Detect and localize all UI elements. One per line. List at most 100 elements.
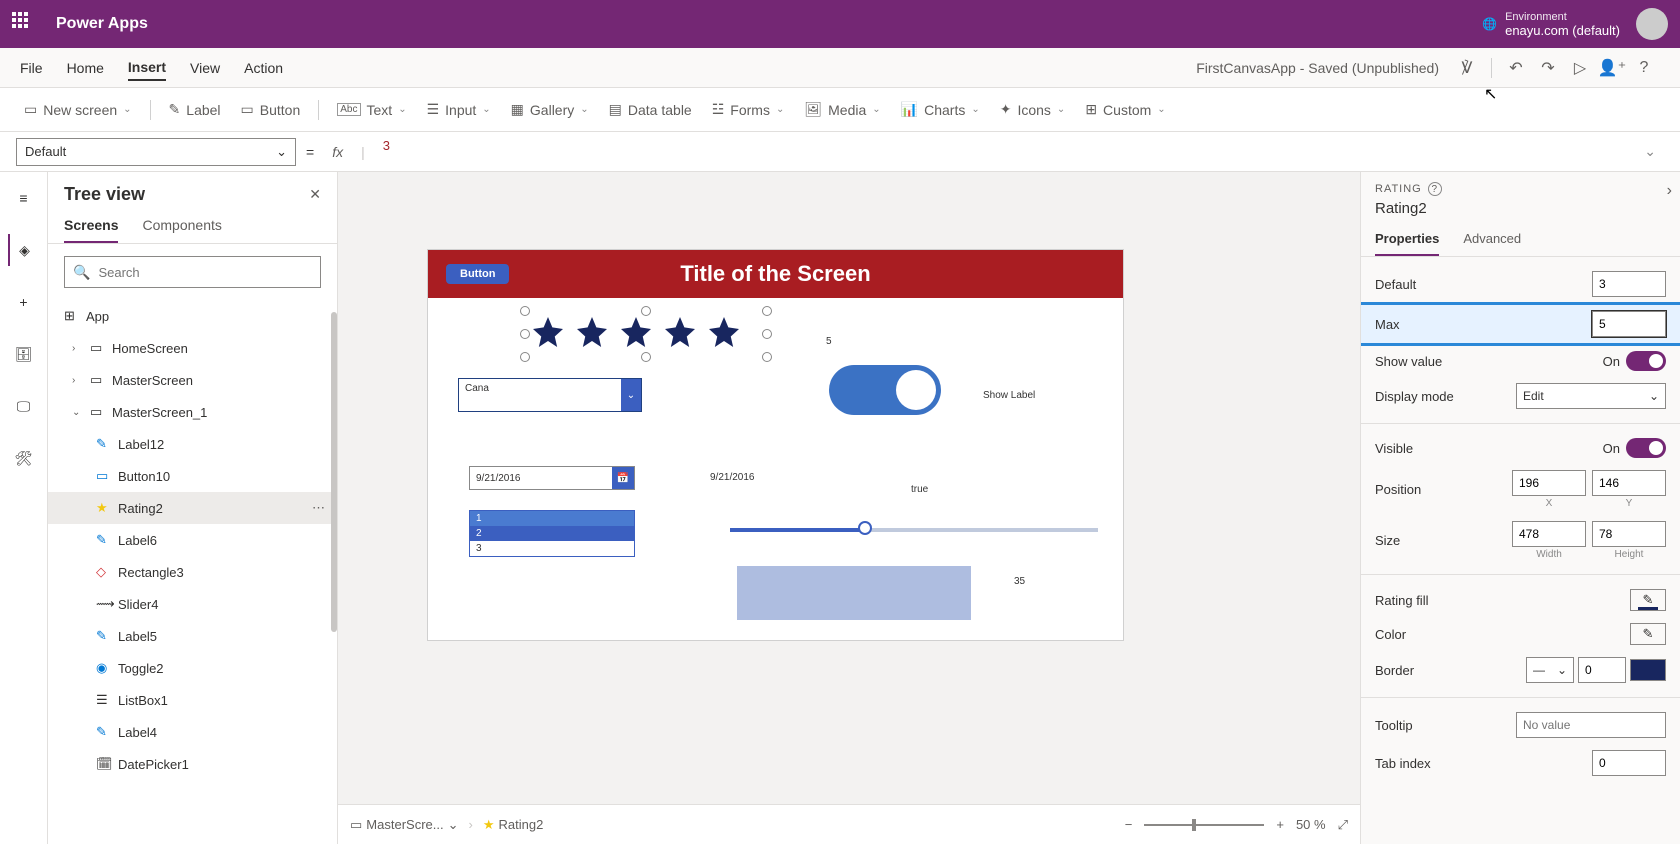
charts-icon: 📊 — [901, 101, 918, 118]
ribbon-text[interactable]: AbcText⌄ — [329, 98, 414, 122]
listbox-item[interactable]: 2 — [470, 526, 634, 541]
tree-item-datepicker1[interactable]: 🗓DatePicker1 — [48, 748, 337, 780]
fit-icon[interactable]: ⤢ — [1338, 817, 1348, 833]
listbox-item[interactable]: 3 — [470, 541, 634, 556]
formula-input[interactable]: 3 — [375, 138, 1635, 166]
info-icon[interactable]: ? — [1428, 182, 1442, 196]
prop-visible-toggle[interactable] — [1626, 438, 1666, 458]
prop-border-style[interactable]: —⌄ — [1526, 657, 1574, 683]
prop-border-color[interactable] — [1630, 659, 1666, 681]
tree-item-app[interactable]: ⊞App — [48, 300, 337, 332]
canvas-rating-control[interactable] — [526, 312, 766, 356]
app-checker-icon[interactable]: ℣ — [1451, 52, 1483, 84]
ribbon-gallery[interactable]: ▦Gallery⌄ — [503, 97, 597, 122]
prop-border-width[interactable] — [1578, 657, 1626, 683]
zoom-in-icon[interactable]: + — [1276, 817, 1284, 832]
prop-max-input[interactable] — [1592, 311, 1666, 337]
tree-item-label5[interactable]: ✎Label5 — [48, 620, 337, 652]
rail-data-icon[interactable]: 🗄 — [8, 338, 40, 370]
canvas-dropdown[interactable]: Cana⌄ — [458, 378, 642, 412]
app-launcher-icon[interactable] — [12, 12, 36, 36]
tree-close-icon[interactable]: ✕ — [309, 186, 321, 203]
play-icon[interactable]: ▷ — [1564, 52, 1596, 84]
prop-default-input[interactable] — [1592, 271, 1666, 297]
tree-search-input[interactable] — [98, 265, 312, 280]
prop-size-w[interactable] — [1512, 521, 1586, 547]
rail-hamburger-icon[interactable]: ≡ — [8, 182, 40, 214]
prop-tooltip-input[interactable] — [1516, 712, 1666, 738]
listbox-item[interactable]: 1 — [470, 511, 634, 526]
tree-item-button10[interactable]: ▭Button10 — [48, 460, 337, 492]
ribbon-datatable[interactable]: ▤Data table — [601, 97, 700, 122]
tab-properties[interactable]: Properties — [1375, 231, 1439, 256]
user-avatar[interactable] — [1636, 8, 1668, 40]
canvas-toggle[interactable] — [829, 365, 941, 415]
ribbon-charts[interactable]: 📊Charts⌄ — [893, 97, 988, 122]
tree-item-label4[interactable]: ✎Label4 — [48, 716, 337, 748]
share-icon[interactable]: 👤⁺ — [1596, 52, 1628, 84]
tree-item-listbox1[interactable]: ☰ListBox1 — [48, 684, 337, 716]
menu-view[interactable]: View — [190, 56, 220, 80]
canvas-button[interactable]: Button — [446, 264, 509, 284]
rail-tools-icon[interactable]: 🛠 — [8, 442, 40, 474]
redo-icon[interactable]: ↷ — [1532, 52, 1564, 84]
help-icon[interactable]: ? — [1628, 52, 1660, 84]
tree-item-rating2[interactable]: ★Rating2⋯ — [48, 492, 337, 524]
rail-tree-icon[interactable]: ◈ — [8, 234, 40, 266]
ribbon-button[interactable]: ▭Button — [233, 97, 309, 122]
env-label: Environment — [1505, 11, 1620, 23]
rail-add-icon[interactable]: + — [8, 286, 40, 318]
prop-size-h[interactable] — [1592, 521, 1666, 547]
menu-insert[interactable]: Insert — [128, 55, 166, 81]
ribbon-icons[interactable]: ✦Icons⌄ — [992, 97, 1074, 122]
ribbon-label[interactable]: ✎Label — [161, 97, 229, 122]
ribbon-input[interactable]: ☰Input⌄ — [419, 97, 499, 122]
zoom-slider[interactable] — [1144, 824, 1264, 826]
undo-icon[interactable]: ↶ — [1500, 52, 1532, 84]
tree-item-slider4[interactable]: ⟿Slider4 — [48, 588, 337, 620]
canvas-datepicker[interactable]: 9/21/2016📅 — [469, 466, 635, 490]
canvas-listbox[interactable]: 1 2 3 — [469, 510, 635, 557]
prop-color-swatch[interactable]: ✎ — [1630, 623, 1666, 645]
tree-item-label6[interactable]: ✎Label6 — [48, 524, 337, 556]
tree-scrollbar[interactable] — [331, 312, 337, 632]
prop-displaymode-select[interactable]: Edit⌄ — [1516, 383, 1666, 409]
tree-item-masterscreen1[interactable]: ⌄▭MasterScreen_1 — [48, 396, 337, 428]
breadcrumb-element[interactable]: ★Rating2 — [483, 817, 543, 833]
tab-screens[interactable]: Screens — [64, 217, 118, 243]
more-icon[interactable]: ⋯ — [312, 500, 325, 516]
prop-showvalue-toggle[interactable] — [1626, 351, 1666, 371]
tab-advanced[interactable]: Advanced — [1463, 231, 1521, 256]
prop-tabindex-input[interactable] — [1592, 750, 1666, 776]
ribbon-forms[interactable]: ☳Forms⌄ — [704, 97, 793, 122]
prop-size-label: Size — [1375, 533, 1400, 548]
prop-pos-y[interactable] — [1592, 470, 1666, 496]
environment-selector[interactable]: 🌐 Environment enayu.com (default) — [1482, 11, 1620, 38]
menu-home[interactable]: Home — [67, 56, 104, 80]
canvas-area[interactable]: Button Title of the Screen — [338, 172, 1360, 844]
tree-item-label12[interactable]: ✎Label12 — [48, 428, 337, 460]
tree-item-rectangle3[interactable]: ◇Rectangle3 — [48, 556, 337, 588]
breadcrumb-screen[interactable]: ▭MasterScre...⌄ — [350, 817, 459, 833]
tree-item-homescreen[interactable]: ›▭HomeScreen — [48, 332, 337, 364]
panel-expand-icon[interactable]: › — [1667, 182, 1672, 200]
formula-expand-icon[interactable]: ⌄ — [1644, 143, 1664, 160]
ribbon-media[interactable]: 🖼Media⌄ — [796, 97, 888, 122]
tab-components[interactable]: Components — [142, 217, 221, 243]
canvas-slider[interactable] — [730, 528, 1098, 532]
ribbon-new-screen[interactable]: ▭New screen⌄ — [16, 97, 140, 122]
tree-item-masterscreen[interactable]: ›▭MasterScreen — [48, 364, 337, 396]
ribbon-custom[interactable]: ⊞Custom⌄ — [1077, 97, 1173, 122]
property-selector[interactable]: Default⌄ — [16, 138, 296, 166]
zoom-out-icon[interactable]: − — [1125, 817, 1133, 832]
tree-item-toggle2[interactable]: ◉Toggle2 — [48, 652, 337, 684]
menu-action[interactable]: Action — [244, 56, 283, 80]
menu-file[interactable]: File — [20, 56, 43, 80]
canvas-rectangle[interactable] — [737, 566, 971, 620]
tree-search[interactable]: 🔍 — [64, 256, 321, 288]
prop-ratingfill-swatch[interactable]: ✎ — [1630, 589, 1666, 611]
prop-pos-x[interactable] — [1512, 470, 1586, 496]
canvas-screen[interactable]: Button Title of the Screen — [428, 250, 1123, 640]
rail-media-icon[interactable]: 🖵 — [8, 390, 40, 422]
chevron-down-icon: ⌄ — [621, 379, 641, 411]
